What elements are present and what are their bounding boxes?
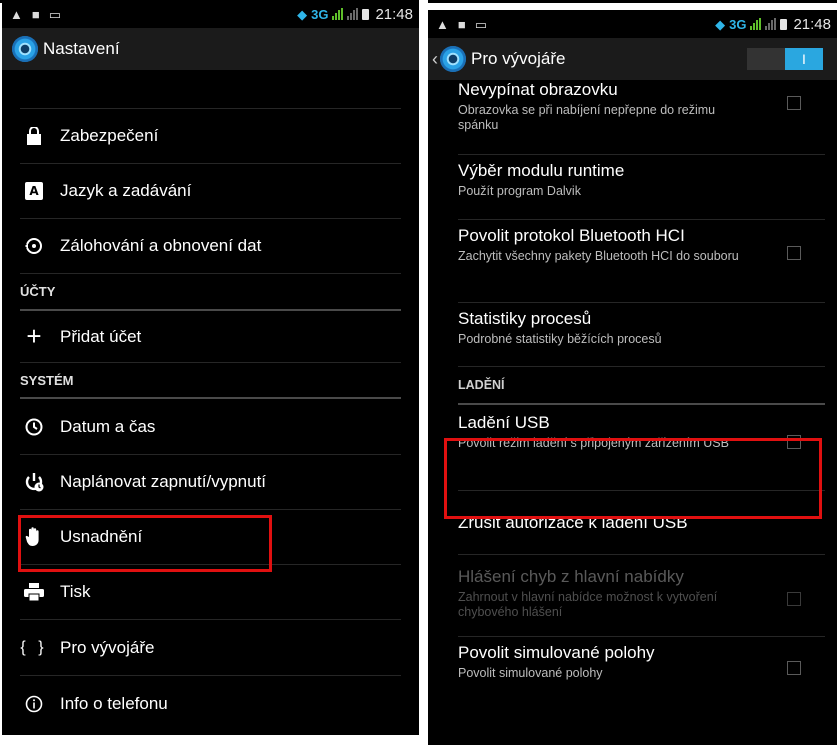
pref-title: Povolit simulované polohy bbox=[458, 643, 655, 662]
developer-options-screen: ▲ ■ ▭ ◆ 3G 21:48 ‹ Pro vývojáře I Nevypí… bbox=[428, 10, 837, 745]
page-title: Nastavení bbox=[43, 39, 120, 58]
info-icon bbox=[20, 695, 48, 713]
pref-item-bug-report: Hlášení chyb z hlavní nabídky Zahrnout v… bbox=[458, 555, 825, 637]
screenshot-composite: ▲ ■ ▭ ◆ 3G 21:48 Nastavení Zabezpečení A… bbox=[0, 0, 837, 745]
settings-gear-icon[interactable] bbox=[12, 36, 38, 62]
pref-summary: Obrazovka se při nabíjení nepřepne do re… bbox=[458, 103, 716, 132]
page-title: Pro vývojáře bbox=[471, 49, 566, 68]
pref-checkbox[interactable] bbox=[787, 246, 801, 260]
pref-item[interactable]: Výběr modulu runtime Použít program Dalv… bbox=[458, 155, 825, 220]
settings-list: Zabezpečení A Jazyk a zadávání Zálohován… bbox=[2, 70, 419, 732]
section-header-debug: LADĚNÍ bbox=[458, 367, 825, 405]
image-status-icon: ▭ bbox=[474, 16, 488, 32]
signal-sim2-icon bbox=[347, 8, 359, 20]
pref-checkbox bbox=[787, 592, 801, 606]
pref-summary: Povolit režim ladění s připojeným zaříze… bbox=[458, 436, 729, 450]
power-schedule-icon bbox=[20, 472, 48, 492]
lock-icon bbox=[20, 127, 48, 145]
clock-icon bbox=[20, 418, 48, 436]
clock-time: 21:48 bbox=[375, 5, 413, 23]
status-bar: ▲ ■ ▭ ◆ 3G 21:48 bbox=[428, 10, 837, 38]
signal-icon bbox=[332, 8, 344, 20]
list-item-partial bbox=[20, 70, 401, 109]
network-type: 3G bbox=[311, 6, 329, 22]
image-status-icon: ▭ bbox=[48, 6, 62, 22]
pref-item-revoke-usb-auth[interactable]: Zrušit autorizace k ladění USB bbox=[458, 491, 825, 555]
battery-icon bbox=[362, 8, 370, 20]
settings-item-label: Zálohování a obnovení dat bbox=[60, 236, 262, 255]
braces-icon: { } bbox=[20, 638, 48, 656]
pref-item[interactable]: Statistiky procesů Podrobné statistiky b… bbox=[458, 303, 825, 367]
settings-item-label: Přidat účet bbox=[60, 326, 142, 346]
settings-item-label: Naplánovat zapnutí/vypnutí bbox=[60, 472, 267, 491]
pref-item[interactable]: Nevypínat obrazovku Obrazovka se při nab… bbox=[458, 80, 825, 155]
settings-item-label: Datum a čas bbox=[60, 416, 156, 436]
pref-summary: Povolit simulované polohy bbox=[458, 666, 603, 680]
backup-restore-icon bbox=[20, 237, 48, 255]
keyboard-a-icon: A bbox=[20, 182, 48, 200]
action-bar: ‹ Pro vývojáře I bbox=[428, 38, 837, 80]
settings-item-about[interactable]: Info o telefonu bbox=[20, 676, 401, 732]
network-type: 3G bbox=[729, 16, 747, 32]
action-bar: Nastavení bbox=[2, 28, 419, 70]
battery-icon bbox=[780, 18, 788, 30]
settings-item-print[interactable]: Tisk bbox=[20, 565, 401, 620]
lock-status-icon: ■ bbox=[31, 6, 40, 22]
svg-text:A: A bbox=[29, 184, 39, 198]
pref-checkbox[interactable] bbox=[787, 96, 801, 110]
wifi-icon: ◆ bbox=[715, 16, 726, 32]
section-header-system: SYSTÉM bbox=[20, 363, 401, 399]
settings-screen: ▲ ■ ▭ ◆ 3G 21:48 Nastavení Zabezpečení A… bbox=[2, 0, 419, 735]
settings-item-label: Jazyk a zadávání bbox=[60, 181, 192, 200]
pref-checkbox[interactable] bbox=[787, 435, 801, 449]
settings-item-label: Usnadnění bbox=[60, 527, 143, 546]
settings-item-security[interactable]: Zabezpečení bbox=[20, 109, 401, 164]
section-header-accounts: ÚČTY bbox=[20, 274, 401, 311]
pref-summary: Podrobné statistiky běžících procesů bbox=[458, 332, 662, 346]
settings-item-label: Zabezpečení bbox=[60, 126, 159, 145]
settings-item-label: Info o telefonu bbox=[60, 694, 168, 713]
pref-item-mock-locations[interactable]: Povolit simulované polohy Povolit simulo… bbox=[458, 637, 825, 707]
pref-title: Hlášení chyb z hlavní nabídky bbox=[458, 567, 684, 586]
pref-title: Statistiky procesů bbox=[458, 309, 592, 328]
pref-summary: Použít program Dalvik bbox=[458, 184, 581, 198]
settings-item-backup[interactable]: Zálohování a obnovení dat bbox=[20, 219, 401, 274]
settings-item-label: Tisk bbox=[60, 582, 91, 601]
developer-master-toggle[interactable]: I bbox=[747, 48, 823, 70]
status-bar: ▲ ■ ▭ ◆ 3G 21:48 bbox=[2, 0, 419, 28]
settings-gear-icon[interactable] bbox=[440, 46, 466, 72]
signal-icon bbox=[750, 18, 762, 30]
settings-item-language[interactable]: A Jazyk a zadávání bbox=[20, 164, 401, 219]
pref-title: Výběr modulu runtime bbox=[458, 161, 625, 180]
wifi-icon: ◆ bbox=[297, 6, 308, 22]
pref-item-usb-debugging[interactable]: Ladění USB Povolit režim ladění s připoj… bbox=[458, 405, 825, 491]
signal-sim2-icon bbox=[765, 18, 777, 30]
pref-summary: Zachytit všechny pakety Bluetooth HCI do… bbox=[458, 249, 739, 263]
settings-item-accessibility[interactable]: Usnadnění bbox=[20, 510, 401, 565]
settings-item-developer[interactable]: { } Pro vývojáře bbox=[20, 620, 401, 676]
pref-title: Ladění USB bbox=[458, 413, 550, 432]
settings-item-power-schedule[interactable]: Naplánovat zapnutí/vypnutí bbox=[20, 455, 401, 510]
lock-status-icon: ■ bbox=[457, 16, 466, 32]
printer-icon bbox=[20, 583, 48, 601]
warning-icon: ▲ bbox=[10, 6, 23, 22]
plus-icon: + bbox=[26, 321, 42, 351]
pref-checkbox[interactable] bbox=[787, 661, 801, 675]
hand-icon bbox=[20, 527, 48, 547]
settings-item-label: Pro vývojáře bbox=[60, 637, 155, 657]
developer-options-list: Nevypínat obrazovku Obrazovka se při nab… bbox=[428, 80, 837, 707]
pref-summary: Zahrnout v hlavní nabídce možnost k vytv… bbox=[458, 590, 718, 619]
settings-item-date-time[interactable]: Datum a čas bbox=[20, 399, 401, 455]
pref-item[interactable]: Povolit protokol Bluetooth HCI Zachytit … bbox=[458, 220, 825, 303]
back-chevron-icon[interactable]: ‹ bbox=[432, 49, 438, 70]
add-account-item[interactable]: + Přidat účet bbox=[20, 311, 401, 363]
pref-title: Nevypínat obrazovku bbox=[458, 80, 618, 99]
screenshot-divider bbox=[419, 0, 428, 735]
toggle-knob: I bbox=[785, 48, 823, 70]
warning-icon: ▲ bbox=[436, 16, 449, 32]
pref-title: Zrušit autorizace k ladění USB bbox=[458, 512, 688, 532]
clock-time: 21:48 bbox=[793, 15, 831, 33]
pref-title: Povolit protokol Bluetooth HCI bbox=[458, 226, 685, 245]
